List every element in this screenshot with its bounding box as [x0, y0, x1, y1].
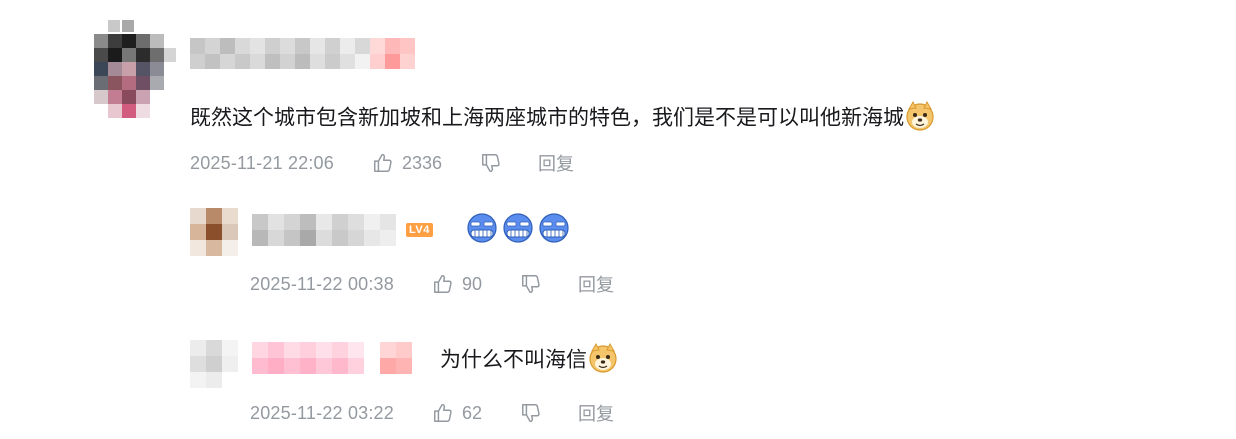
thumbs-up-icon: [434, 403, 452, 422]
doge-emoji-icon: [904, 100, 936, 138]
thumbs-down-icon: [522, 404, 540, 423]
username-blurred[interactable]: [190, 38, 430, 70]
reply-avatar[interactable]: [190, 208, 238, 256]
dislike-button[interactable]: [520, 273, 542, 295]
avatar[interactable]: [88, 20, 178, 120]
like-count: 90: [461, 273, 483, 294]
reply-text: 为什么不叫海信: [440, 348, 587, 372]
like-button[interactable]: 2336: [372, 152, 442, 174]
comment-text: 既然这个城市包含新加坡和上海两座城市的特色，我们是不是可以叫他新海城: [190, 106, 904, 130]
reply-button[interactable]: 回复: [538, 150, 574, 176]
reply-meta: 2025-11-22 00:38 90 回复: [250, 271, 614, 297]
like-count: 62: [461, 402, 483, 423]
comment-time: 2025-11-21 22:06: [190, 152, 334, 173]
thumbs-up-icon: [374, 153, 392, 172]
doge-emoji-icon: [587, 342, 619, 380]
reply-username-blurred[interactable]: [252, 342, 432, 374]
dislike-button[interactable]: [480, 152, 502, 174]
level-badge: LV4: [406, 223, 433, 237]
like-count: 2336: [401, 152, 443, 173]
reply-button[interactable]: 回复: [578, 400, 614, 426]
dislike-button[interactable]: [520, 402, 542, 424]
sweat-grimace-emoji-icon: [500, 212, 536, 249]
reply-emoji-group: [464, 212, 572, 249]
thumbs-down-icon: [482, 154, 500, 173]
reply-time: 2025-11-22 03:22: [250, 402, 394, 423]
reply-meta: 2025-11-22 03:22 62 回复: [250, 400, 614, 426]
reply-avatar[interactable]: [190, 340, 238, 388]
reply-username-blurred[interactable]: [252, 214, 402, 246]
reply-content: 为什么不叫海信: [440, 342, 619, 380]
thumbs-down-icon: [522, 275, 540, 294]
comment-meta: 2025-11-21 22:06 2336 回复: [190, 150, 574, 176]
reply-button[interactable]: 回复: [578, 271, 614, 297]
like-button[interactable]: 62: [432, 402, 482, 424]
reply-time: 2025-11-22 00:38: [250, 273, 394, 294]
sweat-grimace-emoji-icon: [536, 212, 572, 249]
sweat-grimace-emoji-icon: [464, 212, 500, 249]
thumbs-up-icon: [434, 274, 452, 293]
like-button[interactable]: 90: [432, 273, 482, 295]
comment-content: 既然这个城市包含新加坡和上海两座城市的特色，我们是不是可以叫他新海城: [190, 100, 936, 138]
